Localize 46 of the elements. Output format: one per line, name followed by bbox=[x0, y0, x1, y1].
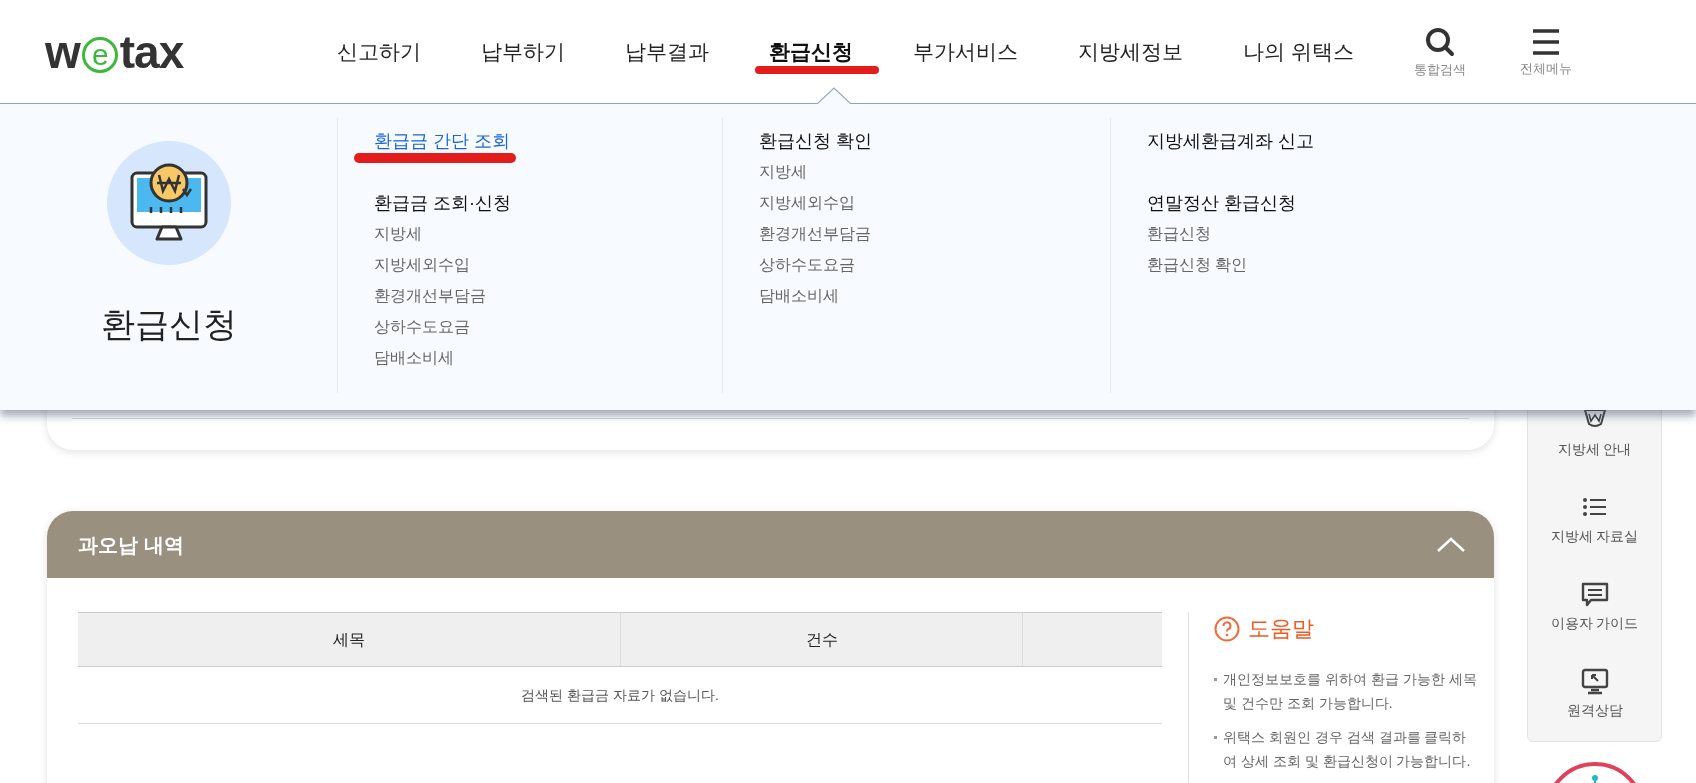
menu-item[interactable]: 환경개선부담금 bbox=[374, 280, 486, 311]
search-button[interactable]: 통합검색 bbox=[1408, 27, 1473, 76]
nav-item[interactable]: 나의 위택스 bbox=[1239, 38, 1359, 65]
nav-item[interactable]: 부가서비스 bbox=[909, 38, 1023, 65]
quick-menu-item[interactable]: 지방세 안내 bbox=[1528, 387, 1661, 474]
menu-link[interactable]: 환급금 간단 조회 bbox=[374, 126, 510, 156]
menu-item[interactable]: 환급신청 bbox=[1147, 218, 1211, 249]
help-note: 위택스 회원인 경우 검색 결과를 클릭하여 상세 조회 및 환급신청이 가능합니다. bbox=[1223, 728, 1472, 771]
bullet-icon bbox=[1214, 678, 1217, 681]
search-icon bbox=[1425, 27, 1456, 57]
refund-monitor-icon bbox=[106, 141, 231, 265]
menu-item[interactable]: 환경개선부담금 bbox=[759, 218, 871, 249]
menu-heading: 환급금 조회·신청 bbox=[374, 192, 511, 215]
menu-item[interactable]: 지방세 bbox=[759, 156, 807, 187]
menu-item[interactable]: 담배소비세 bbox=[759, 280, 839, 311]
nav-item[interactable]: 신고하기 bbox=[333, 38, 426, 65]
quick-menu-item[interactable]: 원격상담 bbox=[1528, 648, 1661, 735]
quick-menu-item[interactable]: 지방세 자료실 bbox=[1528, 474, 1661, 561]
menu-item[interactable]: 담배소비세 bbox=[374, 342, 454, 373]
help-note: 개인정보보호를 위하여 환급 가능한 세목 및 건수만 조회 가능합니다. bbox=[1223, 670, 1478, 713]
menu-item[interactable]: 지방세 bbox=[374, 218, 422, 249]
menu-heading: 환급신청 확인 bbox=[759, 130, 872, 153]
nav-item[interactable]: 환급신청 bbox=[765, 38, 858, 65]
nav-item[interactable]: 납부하기 bbox=[477, 38, 570, 65]
collapse-icon[interactable] bbox=[1436, 536, 1466, 553]
menu-item[interactable]: 지방세외수입 bbox=[374, 249, 470, 280]
help-title: 도움말 bbox=[1248, 615, 1314, 643]
quick-menu-item[interactable]: 이용자 가이드 bbox=[1528, 561, 1661, 648]
logo[interactable]: w e tax bbox=[45, 28, 184, 75]
empty-message: 검색된 환급금 자료가 없습니다. bbox=[521, 685, 719, 705]
menu-heading: 지방세환급계좌 신고 bbox=[1147, 130, 1314, 153]
menu-title: 환급신청 bbox=[100, 307, 237, 341]
menu-icon bbox=[1531, 28, 1562, 56]
nav-item[interactable]: 지방세정보 bbox=[1074, 38, 1188, 65]
menu-button[interactable]: 전체메뉴 bbox=[1514, 28, 1579, 75]
bullet-icon bbox=[1214, 736, 1217, 739]
menu-heading: 연말정산 환급신청 bbox=[1147, 192, 1296, 215]
help-icon bbox=[1214, 615, 1240, 642]
menu-item[interactable]: 지방세외수입 bbox=[759, 187, 855, 218]
menu-item[interactable]: 환급신청 확인 bbox=[1147, 249, 1248, 280]
section-title: 과오납 내역 bbox=[78, 532, 184, 558]
column-header: 세목 bbox=[332, 629, 366, 650]
menu-item[interactable]: 상하수도요금 bbox=[374, 311, 470, 342]
menu-item[interactable]: 상하수도요금 bbox=[759, 249, 855, 280]
nav-item[interactable]: 납부결과 bbox=[621, 38, 714, 65]
column-header: 건수 bbox=[620, 613, 1022, 666]
